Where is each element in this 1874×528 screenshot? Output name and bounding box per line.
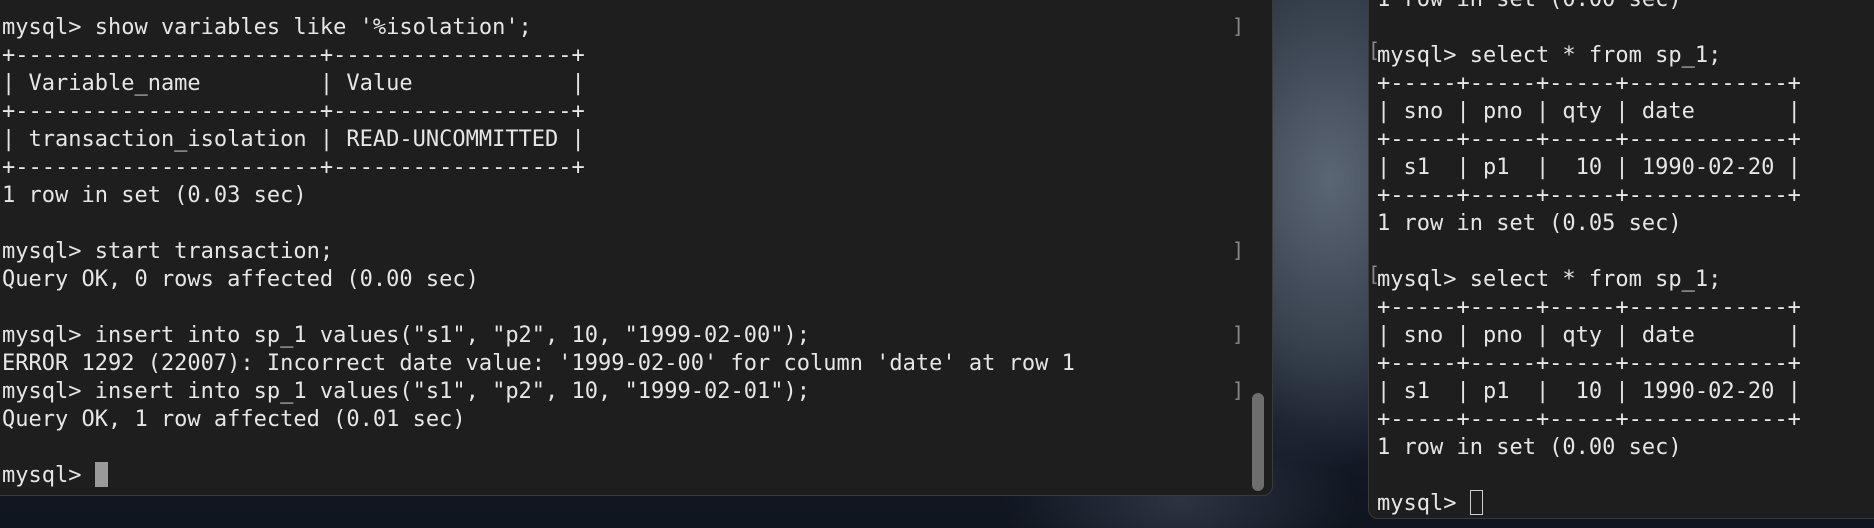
terminal-line: mysql> start transaction; (2, 239, 334, 264)
terminal-prompt-line[interactable]: mysql> (2, 462, 1272, 490)
terminal-output: 1 row in set (0.00 sec) mysql> select * … (1377, 0, 1874, 518)
terminal-line: | sno | pno | qty | date | (1377, 323, 1801, 348)
terminal-line: | s1 | p1 | 10 | 1990-02-20 | (1377, 155, 1801, 180)
terminal-line: | s1 | p1 | 10 | 1990-02-20 | (1377, 379, 1801, 404)
terminal-line: +-----+-----+-----+------------+ (1377, 351, 1801, 376)
line-marker: ] (1232, 14, 1245, 38)
terminal-line: mysql> show variables like '%isolation'; (2, 15, 532, 40)
terminal-line: +-----+-----+-----+------------+ (1377, 183, 1801, 208)
cursor (94, 462, 108, 487)
line-marker: ] (1232, 378, 1245, 402)
terminal-line: +-----+-----+-----+------------+ (1377, 295, 1801, 320)
terminal-line: mysql> insert into sp_1 values("s1", "p2… (2, 323, 810, 348)
terminal-line: +-----+-----+-----+------------+ (1377, 407, 1801, 432)
line-marker: ] (1232, 322, 1245, 346)
terminal-line: | Variable_name | Value | (2, 71, 585, 96)
terminal-line: +-----------------------+---------------… (2, 99, 585, 124)
terminal-line: | transaction_isolation | READ-UNCOMMITT… (2, 127, 585, 152)
prompt: mysql> (1377, 491, 1470, 516)
terminal-line: ERROR 1292 (22007): Incorrect date value… (2, 351, 1075, 376)
terminal-output: mysql> show variables like '%isolation';… (2, 14, 1272, 490)
terminal-line: +-----+-----+-----+------------+ (1377, 71, 1801, 96)
line-marker: ] (1232, 238, 1245, 262)
terminal-prompt-line[interactable]: mysql> (1377, 490, 1874, 518)
terminal-line: +-----------------------+---------------… (2, 43, 585, 68)
terminal-line: mysql> insert into sp_1 values("s1", "p2… (2, 379, 810, 404)
terminal-window-right[interactable]: [ [ 1 row in set (0.00 sec) mysql> selec… (1368, 0, 1874, 519)
terminal-line: 1 row in set (0.00 sec) (1377, 435, 1682, 460)
terminal-line: +-----------------------+---------------… (2, 155, 585, 180)
terminal-line: Query OK, 0 rows affected (0.00 sec) (2, 267, 479, 292)
prompt: mysql> (2, 463, 95, 488)
terminal-line: 1 row in set (0.05 sec) (1377, 211, 1682, 236)
terminal-line: mysql> select * from sp_1; (1377, 267, 1722, 292)
terminal-line: mysql> select * from sp_1; (1377, 43, 1722, 68)
scrollbar-thumb[interactable] (1252, 393, 1264, 491)
terminal-line: +-----+-----+-----+------------+ (1377, 127, 1801, 152)
terminal-line: 1 row in set (0.00 sec) (1377, 0, 1874, 14)
terminal-window-left[interactable]: mysql> show variables like '%isolation';… (0, 0, 1273, 496)
cursor (1469, 490, 1483, 515)
terminal-line: Query OK, 1 row affected (0.01 sec) (2, 407, 466, 432)
terminal-line: 1 row in set (0.03 sec) (2, 183, 307, 208)
terminal-line: | sno | pno | qty | date | (1377, 99, 1801, 124)
